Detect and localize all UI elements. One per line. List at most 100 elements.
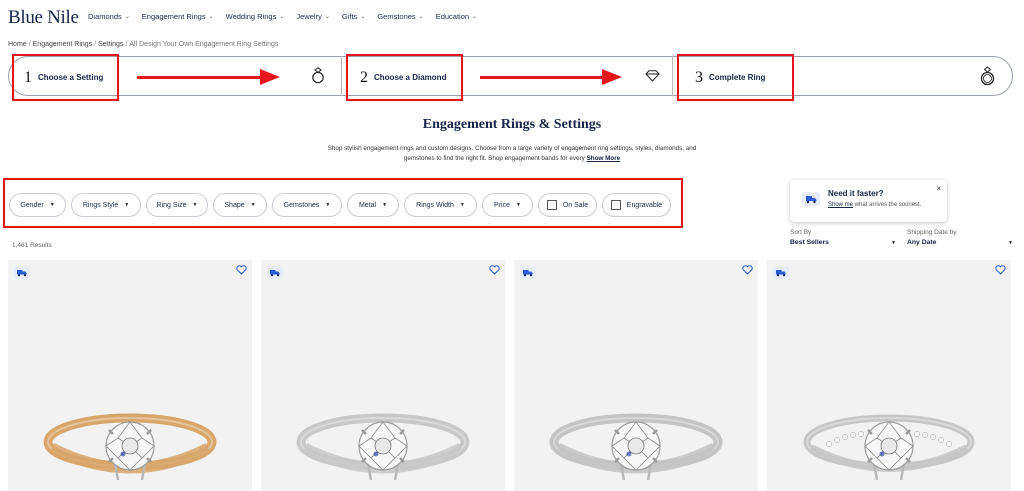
breadcrumb-current: All Design Your Own Engagement Ring Sett… xyxy=(129,41,279,48)
caret-down-icon: ▼ xyxy=(49,202,55,208)
nav-item-engagement-rings[interactable]: Engagement Rings ⌄ xyxy=(142,12,214,21)
heart-icon[interactable] xyxy=(489,265,500,275)
chevron-down-icon: ⌄ xyxy=(360,14,366,20)
caret-down-icon: ▼ xyxy=(459,202,465,208)
ring-icon xyxy=(312,67,324,84)
filter-gender[interactable]: Gender ▼ xyxy=(9,193,66,217)
breadcrumb-home[interactable]: Home xyxy=(8,41,27,48)
caret-down-icon: ▼ xyxy=(325,202,331,208)
heart-icon[interactable] xyxy=(742,265,753,275)
step-choose-setting[interactable]: 1 Choose a Setting xyxy=(12,54,119,101)
delivery-truck-icon xyxy=(802,192,820,206)
filter-engravable[interactable]: Engravable xyxy=(602,193,671,217)
filter-label: Gemstones xyxy=(283,201,320,209)
nav-item-label: Engagement Rings xyxy=(141,12,206,21)
ring-product-image[interactable] xyxy=(789,380,989,491)
quick-ship-badge-icon xyxy=(267,266,283,279)
sort-by-select[interactable]: Best Sellers ▼ xyxy=(790,239,896,246)
heart-icon[interactable] xyxy=(995,265,1006,275)
filter-label: Metal xyxy=(358,201,377,209)
sort-by-value: Best Sellers xyxy=(790,239,829,246)
shipping-tooltip: Need it faster? Show me what arrives the… xyxy=(790,180,947,222)
nav-item-diamonds[interactable]: Diamonds ⌄ xyxy=(88,12,130,21)
nav-item-label: Jewelry xyxy=(296,12,322,21)
annotation-arrow-line xyxy=(480,76,604,79)
ring-product-image[interactable] xyxy=(30,380,230,491)
step-number: 1 xyxy=(24,68,32,86)
nav-item-label: Diamonds xyxy=(88,12,122,21)
nav-item-gifts[interactable]: Gifts ⌄ xyxy=(342,12,365,21)
filter-on-sale[interactable]: On Sale xyxy=(538,193,597,217)
filter-gemstones[interactable]: Gemstones ▼ xyxy=(272,193,342,217)
filter-shape[interactable]: Shape ▼ xyxy=(213,193,267,217)
product-card[interactable] xyxy=(514,260,758,491)
complete-ring-icon xyxy=(980,66,995,86)
show-more-link[interactable]: Show More xyxy=(587,155,621,162)
nav-item-label: Gemstones xyxy=(377,12,416,21)
step-label: Complete Ring xyxy=(709,73,766,82)
filter-label: On Sale xyxy=(562,201,589,209)
nav-item-label: Gifts xyxy=(341,12,358,21)
filter-rings-width[interactable]: Rings Width ▼ xyxy=(404,193,477,217)
chevron-down-icon: ⌄ xyxy=(124,14,130,20)
filter-label: Shape xyxy=(224,201,245,209)
caret-down-icon: ▼ xyxy=(192,202,198,208)
step-number: 2 xyxy=(360,68,368,86)
nav-item-jewelry[interactable]: Jewelry ⌄ xyxy=(296,12,329,21)
page-description: Shop stylish engagement rings and custom… xyxy=(327,144,697,164)
ring-product-image[interactable] xyxy=(536,380,736,491)
brand-logo[interactable]: Blue Nile xyxy=(8,7,79,29)
nav-item-education[interactable]: Education ⌄ xyxy=(436,12,477,21)
filter-price[interactable]: Price ▼ xyxy=(482,193,533,217)
step-choose-diamond[interactable]: 2 Choose a Diamond xyxy=(346,54,463,101)
filter-label: Gender xyxy=(20,201,44,209)
annotation-arrow-head xyxy=(260,69,280,85)
close-icon[interactable]: × xyxy=(936,184,941,193)
chevron-down-icon: ⌄ xyxy=(279,14,285,20)
step-number: 3 xyxy=(695,68,703,86)
quick-ship-badge-icon xyxy=(14,266,30,279)
annotation-arrow-head xyxy=(602,69,622,85)
nav-item-gemstones[interactable]: Gemstones ⌄ xyxy=(377,12,423,21)
shipping-date-select[interactable]: Any Date ▼ xyxy=(907,239,1013,246)
chevron-down-icon: ⌄ xyxy=(418,14,424,20)
caret-down-icon: ▼ xyxy=(250,202,256,208)
breadcrumb: Home / Engagement Rings / Settings / All Desig… xyxy=(8,41,279,48)
breadcrumb-settings[interactable]: Settings xyxy=(98,41,123,48)
shipping-date-label: Shipping Date by xyxy=(907,229,957,236)
nav-item-wedding-rings[interactable]: Wedding Rings ⌄ xyxy=(226,12,285,21)
heart-icon[interactable] xyxy=(236,265,247,275)
chevron-down-icon: ⌄ xyxy=(208,14,214,20)
caret-down-icon: ▼ xyxy=(124,202,130,208)
page-title: Engagement Rings & Settings xyxy=(422,117,602,132)
checkbox[interactable] xyxy=(546,200,557,210)
checkbox[interactable] xyxy=(610,200,621,210)
filter-rings-style[interactable]: Rings Style ▼ xyxy=(71,193,141,217)
chevron-down-icon: ⌄ xyxy=(324,14,330,20)
caret-down-icon: ▼ xyxy=(516,202,521,208)
show-me-link[interactable]: Show me xyxy=(828,202,853,208)
filter-metal[interactable]: Metal ▼ xyxy=(347,193,399,217)
product-card[interactable] xyxy=(261,260,505,491)
nav-item-label: Wedding Rings xyxy=(225,12,277,21)
product-card[interactable] xyxy=(767,260,1011,491)
step-complete-ring[interactable]: 3 Complete Ring xyxy=(677,54,794,101)
sort-by-label: Sort By xyxy=(790,229,812,236)
diamond-icon xyxy=(645,70,660,82)
filter-ring-size[interactable]: Ring Size ▼ xyxy=(146,193,208,217)
caret-down-icon: ▼ xyxy=(382,202,388,208)
filter-label: Price xyxy=(494,201,510,209)
breadcrumb-engagement-rings[interactable]: Engagement Rings xyxy=(33,41,93,48)
stepper-divider xyxy=(672,56,673,96)
filter-label: Rings Width xyxy=(416,201,454,209)
chevron-down-icon: ⌄ xyxy=(472,14,478,20)
caret-down-icon: ▼ xyxy=(891,239,896,246)
tooltip-title: Need it faster? xyxy=(828,189,884,198)
ring-product-image[interactable] xyxy=(283,380,483,491)
shipping-date-value: Any Date xyxy=(907,239,937,246)
main-nav: Diamonds ⌄ Engagement Rings ⌄ Wedding Ring… xyxy=(88,12,477,21)
description-text: Shop stylish engagement rings and custom… xyxy=(327,145,697,162)
stepper-divider xyxy=(341,56,342,96)
product-card[interactable] xyxy=(8,260,252,491)
filter-label: Ring Size xyxy=(156,201,187,209)
